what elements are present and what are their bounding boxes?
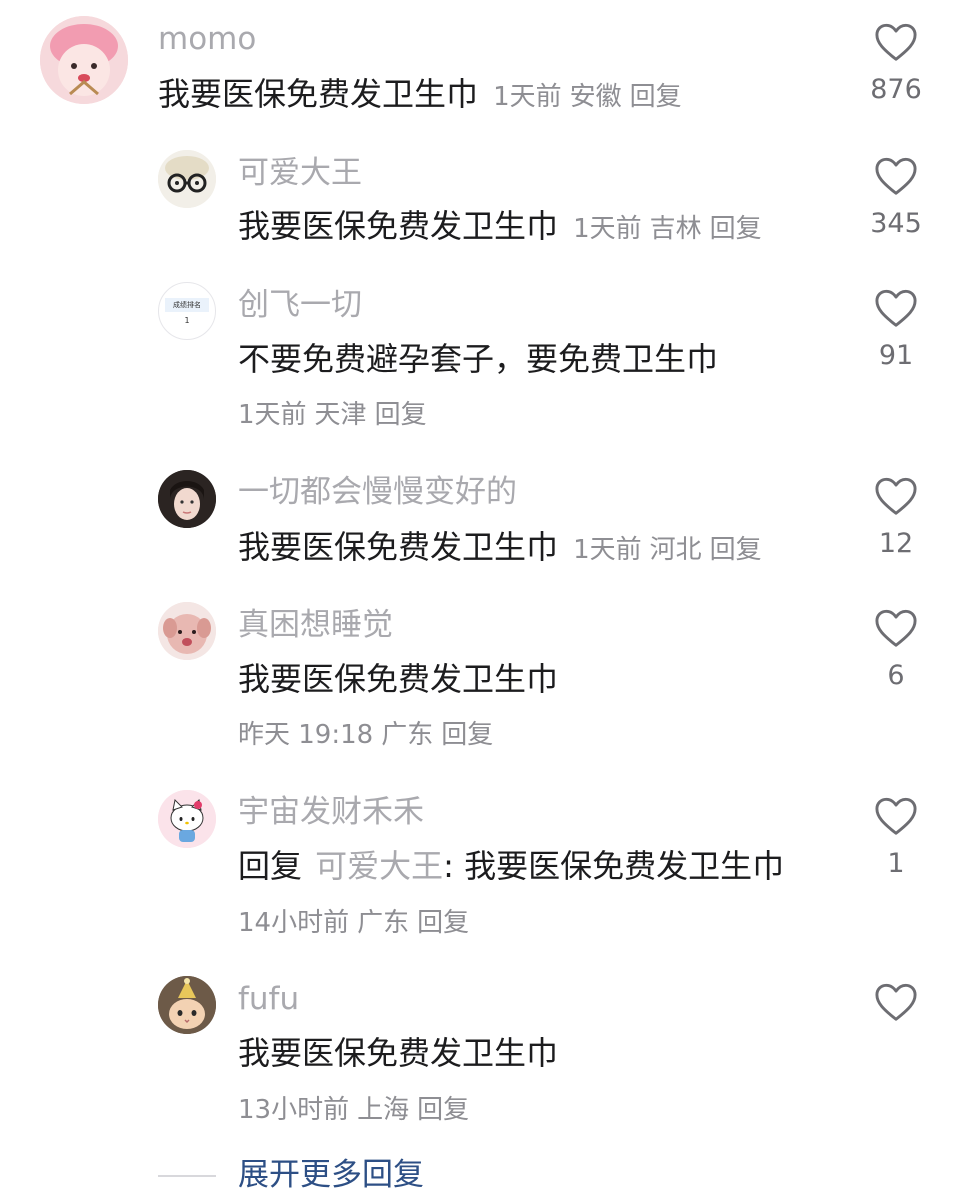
username[interactable]: 一切都会慢慢变好的	[238, 477, 517, 508]
like-area: 91	[856, 288, 936, 369]
comment-meta: 1天前 安徽 回复	[493, 82, 690, 112]
ranking-card: 成绩排名 1	[165, 297, 209, 325]
comment-body: 回复 可爱大王: 我要医保免费发卫生巾	[238, 850, 784, 882]
comment-text: 我要医保免费发卫生巾	[238, 660, 559, 698]
heart-icon[interactable]	[874, 22, 918, 62]
reply-button[interactable]: 回复	[375, 400, 427, 430]
username[interactable]: 创飞一切	[238, 290, 362, 321]
like-area	[856, 982, 936, 1036]
avatar[interactable]	[158, 602, 216, 660]
comment-time: 1天前	[493, 82, 562, 112]
username[interactable]: 可爱大王	[238, 158, 362, 189]
girl-photo-icon	[158, 470, 216, 528]
avatar[interactable]	[158, 976, 216, 1034]
like-count: 345	[870, 208, 922, 239]
avatar[interactable]	[158, 790, 216, 848]
like-area: 876	[856, 22, 936, 103]
like-area: 345	[856, 156, 936, 237]
heart-icon[interactable]	[874, 476, 918, 516]
comment-location: 吉林	[649, 214, 702, 244]
like-count: 1	[887, 848, 905, 879]
reply-prefix: 回复	[238, 847, 303, 885]
reply-target-username[interactable]: 可爱大王	[315, 847, 443, 885]
expand-more-replies[interactable]: 展开更多回复	[158, 1160, 424, 1191]
comment-time: 1天前	[573, 535, 642, 565]
reply-button[interactable]: 回复	[630, 82, 682, 112]
like-count: 876	[870, 74, 922, 105]
comment-body: 我要医保免费发卫生巾 1天前 吉林 回复	[238, 210, 770, 242]
comment-location: 广东	[357, 908, 410, 938]
comment-body: 我要医保免费发卫生巾	[238, 1037, 558, 1069]
like-area: 12	[856, 476, 936, 557]
comment-location: 安徽	[569, 82, 622, 112]
glasses-face-icon	[158, 150, 216, 208]
comment-text: 我要医保免费发卫生巾	[238, 528, 559, 566]
like-count: 12	[878, 528, 914, 559]
pink-dog-icon	[158, 602, 216, 660]
like-count: 91	[878, 340, 914, 371]
comment-location: 上海	[357, 1095, 410, 1125]
avatar[interactable]	[40, 16, 128, 104]
comment-meta: 1天前 天津 回复	[238, 402, 435, 428]
comment-body: 我要医保免费发卫生巾 1天前 安徽 回复	[158, 78, 690, 110]
comment-time: 昨天 19:18	[238, 720, 374, 750]
comment-text: 我要医保免费发卫生巾	[238, 207, 559, 245]
like-count: 6	[887, 660, 905, 691]
expand-divider	[158, 1174, 216, 1177]
avatar[interactable]	[158, 470, 216, 528]
comment-time: 1天前	[573, 214, 642, 244]
comment-meta: 13小时前 上海 回复	[238, 1097, 477, 1123]
comment-text: 我要医保免费发卫生巾	[238, 1034, 559, 1072]
reply-colon: :	[443, 847, 465, 885]
comment-location: 河北	[649, 535, 702, 565]
ranking-card-number: 1	[184, 315, 190, 325]
comment-text: 我要医保免费发卫生巾	[158, 75, 479, 113]
avatar[interactable]: 成绩排名 1	[158, 282, 216, 340]
cat-with-hat-icon	[158, 976, 216, 1034]
pink-character-icon	[40, 16, 128, 104]
username[interactable]: 真困想睡觉	[238, 610, 393, 641]
reply-button[interactable]: 回复	[417, 908, 469, 938]
comment-body: 我要医保免费发卫生巾 1天前 河北 回复	[238, 531, 770, 563]
reply-button[interactable]: 回复	[710, 214, 762, 244]
comment-text: 不要免费避孕套子，要免费卫生巾	[238, 340, 719, 378]
comment-time: 13小时前	[238, 1095, 350, 1125]
like-area: 1	[856, 796, 936, 877]
reply-button[interactable]: 回复	[417, 1095, 469, 1125]
comment-body: 不要免费避孕套子，要免费卫生巾	[238, 343, 718, 375]
comment-meta: 1天前 吉林 回复	[573, 214, 770, 244]
reply-button[interactable]: 回复	[441, 720, 493, 750]
avatar[interactable]	[158, 150, 216, 208]
comment-location: 天津	[314, 400, 367, 430]
comment-time: 14小时前	[238, 908, 350, 938]
ranking-card-title: 成绩排名	[165, 297, 209, 312]
heart-icon[interactable]	[874, 288, 918, 328]
reply-button[interactable]: 回复	[710, 535, 762, 565]
heart-icon[interactable]	[874, 796, 918, 836]
comment-location: 广东	[381, 720, 434, 750]
comment-time: 1天前	[238, 400, 307, 430]
comment-body: 我要医保免费发卫生巾	[238, 663, 558, 695]
comment-meta: 昨天 19:18 广东 回复	[238, 722, 501, 748]
heart-icon[interactable]	[874, 982, 918, 1022]
username[interactable]: momo	[158, 24, 256, 55]
comment-meta: 14小时前 广东 回复	[238, 910, 477, 936]
username[interactable]: fufu	[238, 984, 299, 1015]
like-area: 6	[856, 608, 936, 689]
heart-icon[interactable]	[874, 608, 918, 648]
heart-icon[interactable]	[874, 156, 918, 196]
comment-meta: 1天前 河北 回复	[573, 535, 770, 565]
comment-text: 我要医保免费发卫生巾	[464, 847, 785, 885]
username[interactable]: 宇宙发财禾禾	[238, 797, 424, 828]
expand-more-label[interactable]: 展开更多回复	[238, 1160, 424, 1191]
hello-kitty-icon	[158, 790, 216, 848]
